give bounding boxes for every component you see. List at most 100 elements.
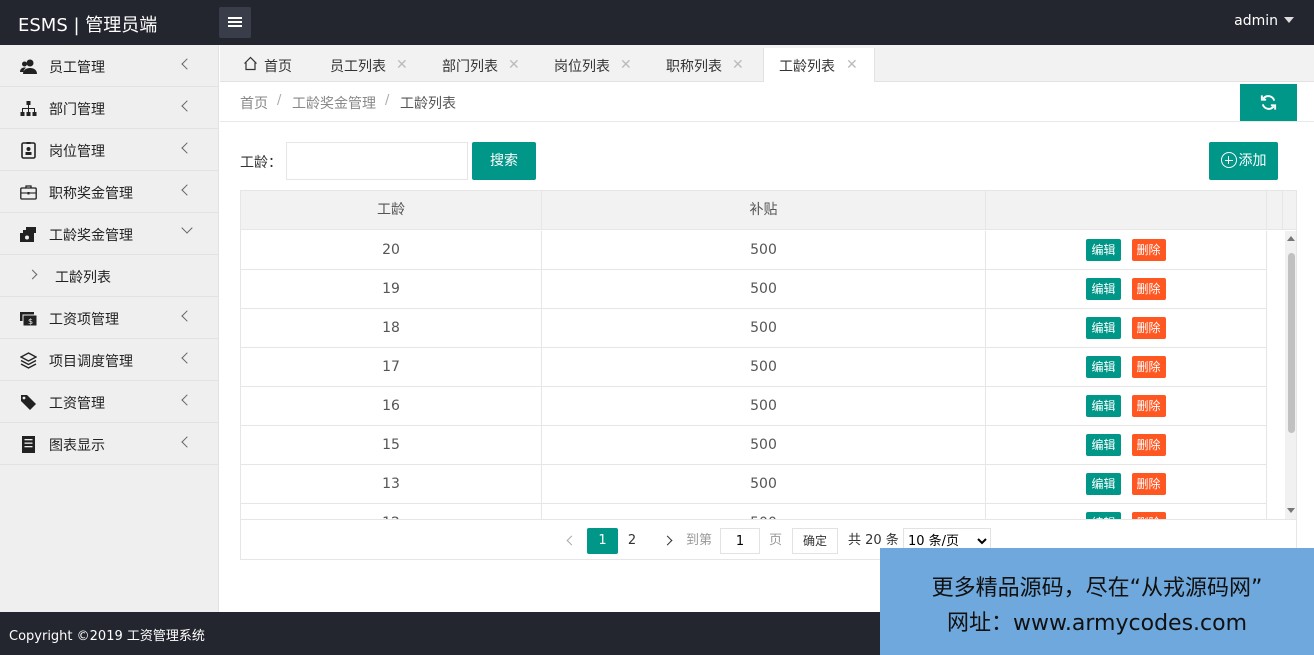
- chevron-left-icon: [566, 535, 576, 546]
- cell-years: 13: [241, 465, 542, 503]
- close-icon[interactable]: ✕: [508, 57, 520, 73]
- sidebar-item-seniority-bonus[interactable]: 工龄奖金管理: [0, 213, 218, 255]
- close-icon[interactable]: ✕: [620, 57, 632, 73]
- page-1-button[interactable]: 1: [587, 528, 618, 554]
- table-row: 15 500 编辑 删除: [241, 426, 1267, 465]
- cell-years: 17: [241, 348, 542, 386]
- caret-down-icon: [1284, 17, 1294, 23]
- cell-years: 19: [241, 270, 542, 308]
- hamburger-icon-bar: [228, 21, 242, 23]
- chevron-left-icon: [181, 58, 193, 70]
- add-circle-icon: [1220, 152, 1237, 168]
- goto-page-input[interactable]: [720, 528, 760, 554]
- top-header: ESMS | 管理员端 admin: [0, 0, 1314, 45]
- column-header-years[interactable]: 工龄: [241, 191, 542, 230]
- chevron-left-icon: [181, 394, 193, 406]
- table-body: 20 500 编辑 删除 19 500 编辑 删除 18 500 编辑 删除 17 500 编辑 删除 16 50…: [241, 231, 1286, 519]
- cell-years: 20: [241, 231, 542, 269]
- delete-button[interactable]: 删除: [1131, 356, 1166, 378]
- edit-button[interactable]: 编辑: [1086, 239, 1121, 261]
- delete-button[interactable]: 删除: [1131, 473, 1166, 495]
- tab-department-list[interactable]: 部门列表 ✕: [432, 48, 532, 82]
- edit-button[interactable]: 编辑: [1086, 278, 1121, 300]
- chevron-left-icon: [181, 310, 193, 322]
- table-scrollbar[interactable]: [1285, 231, 1296, 519]
- sidebar-subitem-seniority-list[interactable]: 工龄列表: [0, 255, 218, 297]
- edit-button[interactable]: 编辑: [1086, 317, 1121, 339]
- breadcrumb-separator: /: [385, 93, 390, 108]
- hamburger-icon: [228, 17, 242, 19]
- table-row: 20 500 编辑 删除: [241, 231, 1267, 270]
- close-icon[interactable]: ✕: [846, 57, 858, 73]
- tab-title-list[interactable]: 职称列表 ✕: [656, 48, 756, 82]
- next-page-button[interactable]: [659, 528, 675, 554]
- cell-actions: 编辑删除: [986, 465, 1267, 503]
- delete-button[interactable]: 删除: [1131, 395, 1166, 417]
- table-row: 12500 编辑 删除: [241, 504, 1267, 519]
- close-icon[interactable]: ✕: [732, 57, 744, 73]
- sidebar-item-title-bonus[interactable]: 职称奖金管理: [0, 171, 218, 213]
- edit-button[interactable]: 编辑: [1086, 512, 1121, 519]
- seniority-search-input[interactable]: [286, 142, 468, 180]
- edit-button[interactable]: 编辑: [1086, 473, 1121, 495]
- tab-employee-list[interactable]: 员工列表 ✕: [320, 48, 420, 82]
- chevron-left-icon: [181, 142, 193, 154]
- sidebar-item-department[interactable]: 部门管理: [0, 87, 218, 129]
- breadcrumb-home[interactable]: 首页: [240, 93, 268, 113]
- tab-label: 工龄列表: [779, 59, 835, 75]
- breadcrumb: 首页 / 工龄奖金管理 / 工龄列表: [220, 82, 1314, 122]
- sidebar-item-salary[interactable]: 工资管理: [0, 381, 218, 423]
- add-button[interactable]: 添加: [1209, 142, 1278, 180]
- close-icon[interactable]: ✕: [396, 57, 408, 73]
- search-label: 工龄：: [240, 155, 282, 171]
- delete-button[interactable]: 删除: [1131, 434, 1166, 456]
- tab-home[interactable]: 首页: [234, 48, 314, 82]
- add-button-label: 添加: [1238, 153, 1267, 169]
- cell-years: 16: [241, 387, 542, 425]
- delete-button[interactable]: 删除: [1131, 512, 1166, 519]
- search-button[interactable]: 搜索: [472, 142, 536, 180]
- goto-confirm-button[interactable]: 确定: [792, 528, 838, 554]
- svg-text:$: $: [28, 317, 33, 326]
- sidebar-subitem-label: 工龄列表: [55, 270, 111, 286]
- user-menu[interactable]: admin: [1234, 13, 1294, 29]
- sidebar-item-charts[interactable]: 图表显示: [0, 423, 218, 465]
- prev-page-button[interactable]: [563, 528, 579, 554]
- sidebar-item-label: 工龄奖金管理: [49, 228, 133, 244]
- sidebar-item-salary-items[interactable]: $ 工资项管理: [0, 297, 218, 339]
- tab-bar: 首页 员工列表 ✕ 部门列表 ✕ 岗位列表 ✕ 职称列表 ✕ 工龄列表 ✕: [220, 45, 1314, 83]
- page-2-button[interactable]: 2: [619, 528, 645, 554]
- receipt-icon: [22, 436, 35, 453]
- sidebar-item-project-scheduling[interactable]: 项目调度管理: [0, 339, 218, 381]
- column-header-subsidy[interactable]: 补贴: [542, 191, 986, 230]
- edit-button[interactable]: 编辑: [1086, 356, 1121, 378]
- tab-seniority-list[interactable]: 工龄列表 ✕: [763, 48, 875, 83]
- cell-actions: 编辑删除: [986, 270, 1267, 308]
- chevron-left-icon: [181, 436, 193, 448]
- watermark-line-2: 网址：www.armycodes.com: [946, 611, 1248, 636]
- edit-button[interactable]: 编辑: [1086, 434, 1121, 456]
- sidebar-item-employee[interactable]: 员工管理: [0, 45, 218, 87]
- refresh-button[interactable]: [1240, 84, 1297, 121]
- delete-button[interactable]: 删除: [1131, 278, 1166, 300]
- cell-actions: 编辑删除: [986, 309, 1267, 347]
- scroll-up-icon[interactable]: [1287, 236, 1295, 241]
- delete-button[interactable]: 删除: [1131, 317, 1166, 339]
- breadcrumb-separator: /: [277, 93, 282, 108]
- app-title: ESMS | 管理员端: [18, 15, 158, 36]
- sidebar: 员工管理 部门管理 岗位管理 职称奖金管理 工龄奖金管理 工龄列表 $ 工资项管…: [0, 45, 219, 612]
- cell-subsidy: 500: [542, 387, 986, 425]
- tab-position-list[interactable]: 岗位列表 ✕: [544, 48, 644, 82]
- cell-actions: 编辑删除: [986, 426, 1267, 464]
- delete-button[interactable]: 删除: [1131, 239, 1166, 261]
- scrollbar-thumb[interactable]: [1288, 253, 1295, 433]
- bill-icon: $: [20, 312, 37, 327]
- username: admin: [1234, 13, 1278, 29]
- column-header-actions: [986, 191, 1267, 230]
- menu-toggle-button[interactable]: [219, 7, 251, 38]
- sidebar-item-position[interactable]: 岗位管理: [0, 129, 218, 171]
- edit-button[interactable]: 编辑: [1086, 395, 1121, 417]
- scroll-down-icon[interactable]: [1287, 508, 1295, 513]
- breadcrumb-section[interactable]: 工龄奖金管理: [292, 93, 376, 113]
- badge-icon: [21, 142, 36, 159]
